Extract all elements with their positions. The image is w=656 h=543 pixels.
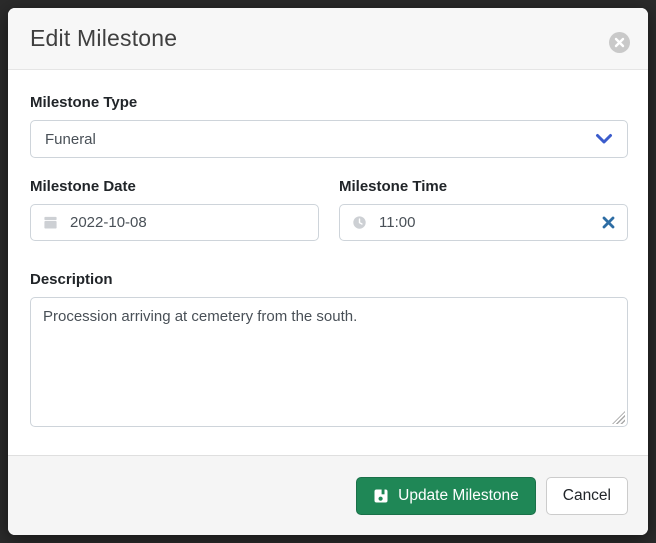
clear-time-button[interactable]	[602, 216, 615, 229]
edit-milestone-dialog: Edit Milestone Milestone Type Funeral Mi…	[8, 8, 648, 535]
x-icon	[602, 216, 615, 229]
milestone-date-label: Milestone Date	[30, 178, 319, 195]
milestone-type-value: Funeral	[45, 131, 595, 148]
description-textarea[interactable]: Procession arriving at cemetery from the…	[30, 297, 628, 427]
close-icon	[614, 37, 625, 48]
modal-body: Milestone Type Funeral Milestone Date	[8, 70, 648, 455]
chevron-down-icon	[595, 133, 613, 145]
calendar-icon	[43, 215, 58, 230]
milestone-time-label: Milestone Time	[339, 178, 628, 195]
cancel-label: Cancel	[563, 487, 611, 505]
milestone-date-input[interactable]	[70, 214, 306, 231]
milestone-date-group	[30, 204, 319, 241]
update-milestone-button[interactable]: Update Milestone	[356, 477, 536, 515]
milestone-type-label: Milestone Type	[30, 94, 628, 111]
description-label: Description	[30, 271, 628, 288]
modal-header: Edit Milestone	[8, 8, 648, 70]
modal-footer: Update Milestone Cancel	[8, 455, 648, 535]
milestone-time-group	[339, 204, 628, 241]
cancel-button[interactable]: Cancel	[546, 477, 628, 515]
description-wrap: Procession arriving at cemetery from the…	[30, 297, 628, 427]
save-floppy-icon	[373, 488, 389, 504]
milestone-type-select[interactable]: Funeral	[30, 120, 628, 158]
close-button[interactable]	[609, 32, 630, 53]
modal-title: Edit Milestone	[30, 25, 609, 52]
clock-icon	[352, 215, 367, 230]
milestone-time-input[interactable]	[379, 214, 590, 231]
update-milestone-label: Update Milestone	[398, 487, 519, 505]
